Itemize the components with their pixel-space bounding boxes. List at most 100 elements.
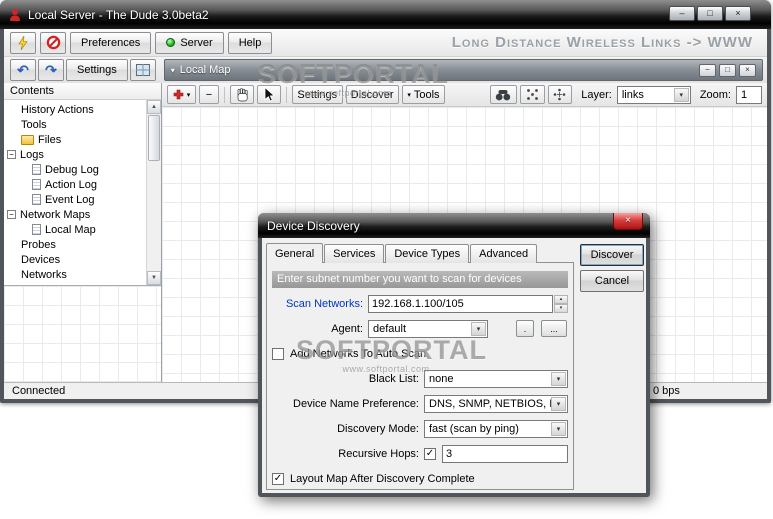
tree-item-label: Debug Log: [45, 163, 99, 176]
map-pane-title: Local Map: [179, 64, 231, 76]
tree-item-history-actions[interactable]: History Actions: [4, 102, 146, 117]
tree-item-label: Local Map: [45, 223, 96, 236]
redo-button[interactable]: ↷: [38, 59, 64, 81]
dropdown-icon[interactable]: ▾: [551, 371, 566, 386]
zoom-select[interactable]: 1: [736, 85, 762, 104]
check-icon: ✓: [425, 447, 435, 459]
tree-item-label: Probes: [21, 238, 56, 251]
pane-maximize-button[interactable]: □: [719, 63, 736, 77]
find-button[interactable]: [489, 85, 518, 104]
spread-map-button[interactable]: [547, 85, 573, 104]
pan-tool-button[interactable]: [229, 85, 255, 104]
recursive-hops-checkbox[interactable]: ✓: [424, 447, 436, 460]
settings-button[interactable]: Settings: [66, 59, 128, 81]
pane-dropdown-icon[interactable]: ▾: [171, 66, 175, 75]
spinner-down-icon[interactable]: ▾: [554, 303, 568, 313]
map-pane-header[interactable]: ▾ Local Map − □ ×: [163, 59, 763, 81]
agent-edit-button[interactable]: .: [516, 320, 534, 337]
recursive-hops-input[interactable]: 3: [442, 444, 568, 463]
discover-button[interactable]: Discover: [580, 244, 644, 266]
scan-networks-spinner[interactable]: ▴ ▾: [554, 294, 568, 313]
scrollbar-track[interactable]: [147, 162, 161, 271]
disconnect-button[interactable]: [40, 31, 66, 54]
help-button[interactable]: Help: [227, 31, 273, 54]
tree-item-event-log[interactable]: Event Log: [4, 192, 146, 207]
pane-close-button[interactable]: ×: [739, 63, 756, 77]
titlebar: Local Server - The Dude 3.0beta2 – □ ×: [0, 0, 771, 29]
device-name-select[interactable]: DNS, SNMP, NETBIOS, IP ▾: [424, 394, 568, 413]
collapse-icon[interactable]: −: [7, 210, 16, 219]
tree-scrollbar[interactable]: ▲ ▼: [146, 100, 161, 285]
dialog-close-button[interactable]: ×: [613, 213, 643, 230]
tree-item-logs[interactable]: − Logs: [4, 147, 146, 162]
tab-advanced[interactable]: Advanced: [470, 244, 538, 263]
tree-item-tools[interactable]: Tools: [4, 117, 146, 132]
binoculars-icon: [495, 89, 511, 101]
discovery-mode-select[interactable]: fast (scan by ping) ▾: [424, 419, 568, 438]
tree-list: History Actions Tools Files − Logs Debug …: [4, 102, 146, 285]
remove-element-button[interactable]: −: [198, 85, 219, 104]
map-page-icon: [32, 224, 41, 235]
cancel-button[interactable]: Cancel: [580, 270, 644, 292]
dropdown-icon[interactable]: ▾: [673, 87, 689, 102]
dialog-client: General Services Device Types Advanced E…: [262, 238, 646, 493]
collapse-icon[interactable]: −: [7, 150, 16, 159]
scan-networks-input[interactable]: 192.168.1.100/105: [368, 294, 553, 313]
tree-item-networks[interactable]: Networks: [4, 267, 146, 282]
scan-networks-row: Scan Networks: 192.168.1.100/105 ▴ ▾: [272, 294, 568, 313]
tree-item-network-maps[interactable]: − Network Maps: [4, 207, 146, 222]
device-name-row: Device Name Preference: DNS, SNMP, NETBI…: [272, 394, 568, 413]
connection-status: Connected: [12, 385, 66, 397]
tab-general[interactable]: General: [266, 243, 324, 263]
add-networks-checkbox[interactable]: [272, 347, 284, 360]
add-element-button[interactable]: ▾: [167, 85, 196, 104]
server-status-led-icon: [166, 38, 176, 47]
tab-services[interactable]: Services: [324, 244, 385, 263]
log-page-icon: [32, 179, 41, 190]
minimize-button[interactable]: –: [669, 6, 695, 21]
tree-item-devices[interactable]: Devices: [4, 252, 146, 267]
dropdown-icon[interactable]: ▾: [551, 396, 566, 411]
undo-button[interactable]: ↶: [10, 59, 36, 81]
spinner-up-icon[interactable]: ▴: [554, 294, 568, 304]
tree-item-local-map[interactable]: Local Map: [4, 222, 146, 237]
log-page-icon: [32, 194, 41, 205]
dropdown-icon[interactable]: ▾: [471, 321, 486, 336]
recursive-hops-row: Recursive Hops: ✓ 3: [272, 444, 568, 463]
server-button[interactable]: Server: [155, 31, 224, 54]
preferences-button[interactable]: Preferences: [70, 31, 152, 54]
tab-device-types[interactable]: Device Types: [385, 244, 470, 263]
black-list-label: Black List:: [368, 372, 419, 385]
layer-label: Layer:: [581, 88, 612, 101]
tools-button[interactable]: ▾ Tools: [401, 85, 445, 104]
agent-select[interactable]: default ▾: [368, 319, 488, 338]
scroll-up-button[interactable]: ▲: [147, 100, 161, 114]
undo-icon: ↶: [17, 62, 29, 78]
select-tool-button[interactable]: [257, 85, 282, 104]
map-edit-button[interactable]: [129, 59, 156, 81]
dropdown-glyph: ▾: [679, 91, 684, 99]
map-settings-button[interactable]: Settings: [292, 85, 343, 104]
close-button[interactable]: ×: [725, 6, 751, 21]
tree-item-debug-log[interactable]: Debug Log: [4, 162, 146, 177]
minimize-icon: –: [679, 8, 685, 18]
log-page-icon: [32, 164, 41, 175]
tree-item-files[interactable]: Files: [4, 132, 146, 147]
layout-map-checkbox[interactable]: ✓: [272, 472, 284, 485]
tree-item-label: History Actions: [21, 103, 94, 116]
scrollbar-thumb[interactable]: [148, 115, 160, 161]
scroll-down-button[interactable]: ▼: [147, 271, 161, 285]
map-discover-button[interactable]: Discover: [345, 85, 399, 104]
device-name-value: DNS, SNMP, NETBIOS, IP: [429, 397, 560, 410]
pane-maximize-icon: □: [725, 65, 730, 74]
layer-select[interactable]: links ▾: [616, 85, 691, 104]
black-list-select[interactable]: none ▾: [424, 369, 568, 388]
pane-minimize-button[interactable]: −: [699, 63, 716, 77]
layout-map-button[interactable]: [520, 85, 545, 104]
tree-item-probes[interactable]: Probes: [4, 237, 146, 252]
agent-browse-button[interactable]: ...: [541, 320, 567, 337]
dropdown-icon[interactable]: ▾: [551, 421, 566, 436]
maximize-button[interactable]: □: [697, 6, 723, 21]
tree-item-action-log[interactable]: Action Log: [4, 177, 146, 192]
connect-button[interactable]: [10, 31, 36, 54]
